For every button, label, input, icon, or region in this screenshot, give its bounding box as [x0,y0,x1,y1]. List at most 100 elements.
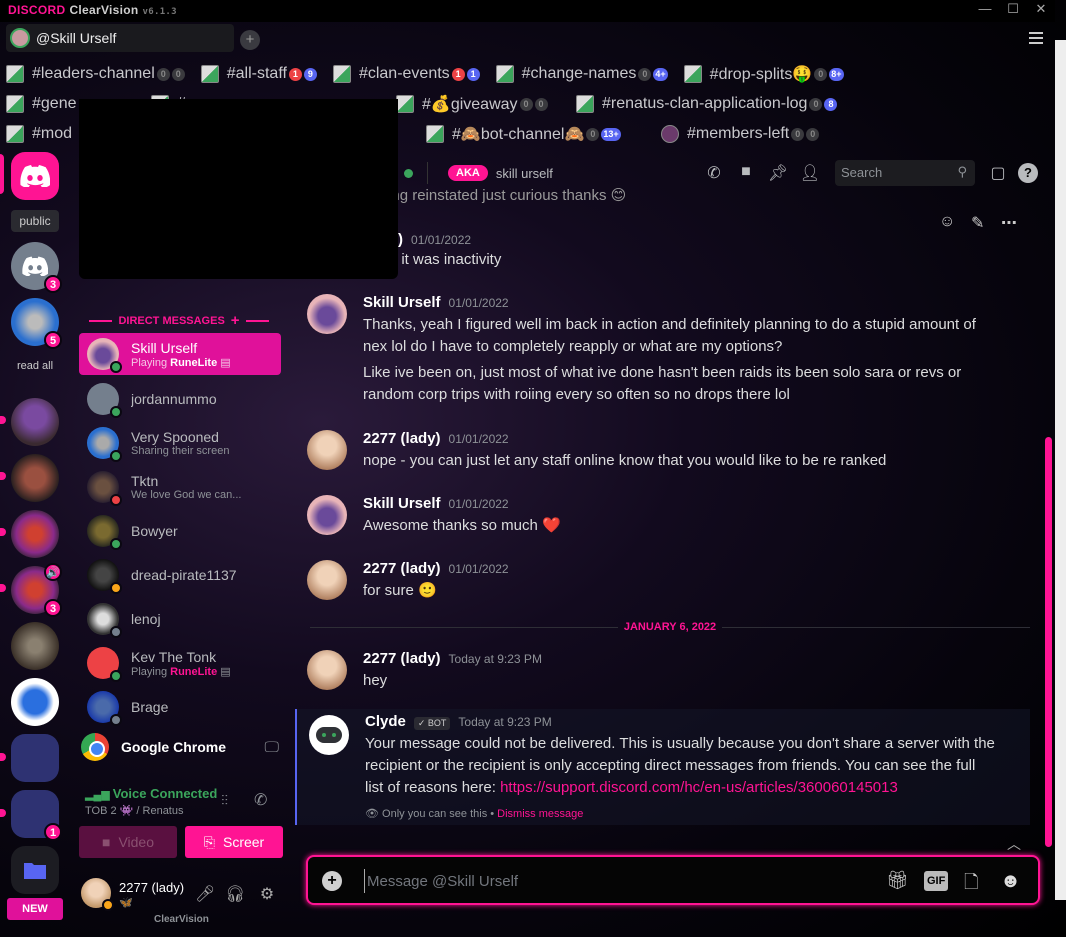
video-button[interactable]: ■ Video [79,826,177,858]
voice-channel-name[interactable]: TOB 2 👾 / Renatus [85,804,183,817]
dm-activity: We love God we can... [131,489,242,501]
author-avatar[interactable] [307,650,347,690]
dnd-status-icon [110,494,122,506]
channel-shortcut[interactable]: #all-staff 1 9 [200,65,317,83]
dm-item[interactable]: lenoj [79,598,281,640]
server-blue[interactable]: 5 [11,298,62,349]
channel-shortcut[interactable]: #change-names 0 4+ [495,65,668,83]
start-voice-call-icon[interactable]: ✆ [703,163,725,183]
sticker-icon[interactable]: 🗋 [964,870,978,892]
dm-item[interactable]: Bowyer [79,510,281,552]
inbox-icon[interactable]: ▢ [987,163,1009,183]
message-author[interactable]: 2277 (lady) [363,650,441,667]
edit-icon[interactable]: ✎ [971,213,984,233]
user-avatar[interactable] [81,878,114,911]
dm-avatar [87,603,122,638]
add-reaction-icon[interactable]: ☺︎ [939,213,955,231]
server-discord-default[interactable]: 3 [11,242,62,293]
server-pirate[interactable] [11,454,59,502]
dm-activity: Playing RuneLite ▤ [131,665,231,678]
chat-scrollbar[interactable] [1045,437,1052,847]
gift-icon[interactable]: 🎁︎ [886,870,909,892]
dm-name: Brage [131,699,169,715]
more-options-icon[interactable]: ⋯ [1001,213,1017,233]
support-link[interactable]: https://support.discord.com/hc/en-us/art… [500,779,898,796]
message-input[interactable] [364,869,864,893]
channel-shortcut[interactable]: #drop-splits🤑 0 8+ [683,64,844,84]
author-avatar[interactable] [307,294,347,334]
server-renatus-2[interactable]: 🔊 3 [11,563,62,617]
noise-suppression-icon[interactable]: ⫶⫶ [221,792,228,809]
aka-tag: AKA [448,165,488,181]
maximize-button[interactable]: ☐ [1003,1,1023,17]
home-button[interactable] [11,152,59,200]
message-timestamp: Today at 9:23 PM [448,652,542,666]
channel-shortcut[interactable]: #renatus-clan-application-log 0 8 [576,95,838,113]
author-avatar[interactable] [307,495,347,535]
channel-shortcut[interactable]: #🙈bot-channel🙈 0 13+ [426,124,621,144]
bot-tag: ✓ BOT [413,717,451,730]
minimize-button[interactable]: — [975,1,995,16]
server-armor[interactable] [11,622,59,670]
jump-up-icon[interactable]: ︿ [1007,834,1021,854]
message-timestamp: 01/01/2022 [411,233,472,247]
message-author[interactable]: Clyde [365,713,406,730]
tab-skill-urself[interactable]: @Skill Urself [6,24,234,52]
channel-shortcut[interactable]: #gene [6,95,77,113]
search-input[interactable]: Search ⚲ [835,160,975,186]
dismiss-message-link[interactable]: Dismiss message [497,808,583,820]
aka-value: skill urself [495,165,553,181]
public-label[interactable]: public [11,210,59,232]
help-icon[interactable]: ? [1018,163,1038,183]
pinned-messages-icon[interactable]: 📌︎ [767,163,789,183]
server-nexalted[interactable] [11,398,59,446]
channel-shortcut[interactable]: #💰giveaway 0 0 [396,94,548,114]
dm-item[interactable]: Tktn We love God we can... [79,466,281,508]
message-author[interactable]: Skill Urself [363,495,441,512]
read-all-button[interactable]: read all [11,360,59,372]
channel-shortcut[interactable]: #members-left 0 0 [661,125,820,143]
channel-shortcut[interactable]: #clan-events 1 1 [332,65,480,83]
server-folder-1[interactable] [11,734,59,782]
upload-plus-icon[interactable]: + [322,871,342,891]
settings-gear-icon[interactable]: ⚙ [257,884,277,904]
dm-item[interactable]: Very Spooned Sharing their screen [79,422,281,464]
screen-share-button[interactable]: ⎘ Screer [185,826,283,858]
dm-item[interactable]: jordannummo [79,378,281,420]
selected-indicator [0,154,4,194]
author-avatar[interactable] [307,430,347,470]
ephemeral-message[interactable]: Clyde ✓ BOT Today at 9:23 PM Your messag… [295,709,1030,825]
redacted-region [79,99,398,279]
server-renatus[interactable] [11,510,59,558]
screen-share-icon[interactable]: 🖵 [265,739,279,756]
start-video-call-icon[interactable]: ■ [735,163,757,183]
headphones-icon[interactable]: 🎧︎ [225,884,245,904]
message-author[interactable]: Skill Urself [363,294,441,311]
add-friends-to-dm-icon[interactable]: 👤︎ [799,163,821,183]
emoji-picker-icon[interactable]: ☻ [1000,870,1021,892]
hamburger-icon[interactable] [1029,32,1043,44]
dm-item[interactable]: Skill Urself Playing RuneLite ▤ [79,333,281,375]
user-status-emoji: 🦋 [119,897,133,909]
channel-shortcut[interactable]: #mod [6,125,72,143]
server-koolaid[interactable] [11,678,59,726]
dm-item[interactable]: Brage [79,686,281,728]
gif-button[interactable]: GIF [924,871,949,891]
author-avatar[interactable] [307,560,347,600]
message-content: Awesome thanks so much ❤️ [363,517,561,534]
dm-item[interactable]: Kev The Tonk Playing RuneLite ▤ [79,642,281,684]
clyde-avatar[interactable] [309,715,349,755]
channel-shortcut[interactable]: #leaders-channel 0 0 [6,65,185,83]
disconnect-icon[interactable]: ✆ [254,790,267,810]
voice-connected-label[interactable]: ▂▄▆ Voice Connected [85,786,217,801]
create-dm-button[interactable]: + [231,312,240,329]
dm-item[interactable]: dread-pirate1137 [79,554,281,596]
server-folder-3[interactable] [11,846,59,894]
online-status-icon [110,538,122,550]
microphone-icon[interactable]: 🎤︎ [195,884,215,904]
message-author[interactable]: 2277 (lady) [363,430,441,447]
add-tab-button[interactable]: + [240,30,260,50]
close-button[interactable]: ✕ [1031,1,1051,17]
message-author[interactable]: 2277 (lady) [363,560,441,577]
server-folder-2[interactable]: 1 [11,790,62,841]
